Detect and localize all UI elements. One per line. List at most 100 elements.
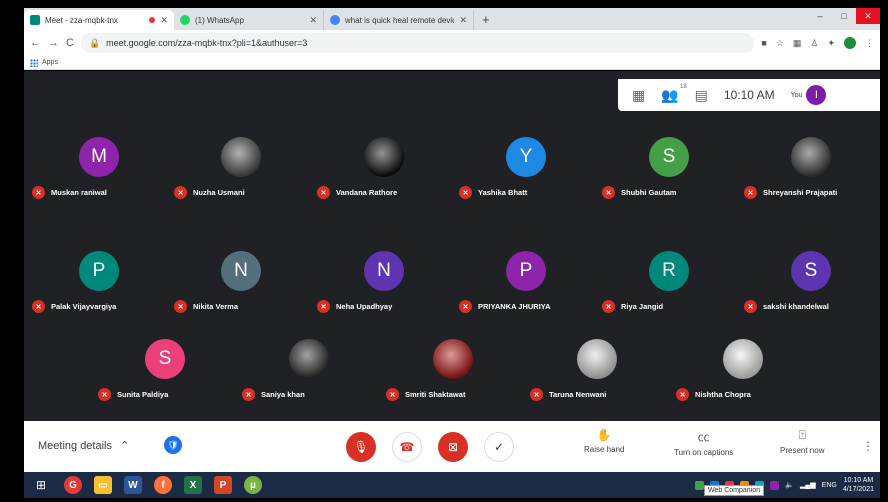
captions-icon: ㏄	[697, 430, 710, 444]
tab-search[interactable]: what is quick heal remote device ✕	[324, 10, 474, 30]
puzzle-icon[interactable]: ✦	[827, 38, 835, 49]
new-tab-button[interactable]: +	[474, 10, 498, 30]
more-options-icon[interactable]: ⋮	[862, 439, 874, 453]
word-icon[interactable]: W	[118, 472, 148, 498]
leave-call-button[interactable]: ☎	[392, 432, 422, 462]
participant-tile[interactable]: ✕ Vandana Rathore	[313, 137, 455, 217]
participant-tile[interactable]: R ✕ Riya Jangid	[598, 251, 740, 331]
reload-button[interactable]: C	[66, 37, 74, 49]
participant-avatar	[433, 339, 473, 379]
taskbar-clock[interactable]: 10:10 AM 4/17/2021	[843, 476, 874, 494]
apps-grid-icon[interactable]	[30, 58, 38, 67]
participant-name-row: ✕ Nishtha Chopra	[676, 388, 751, 401]
captions-label: Turn on captions	[674, 448, 734, 457]
present-now-button[interactable]: ⍐ Present now	[780, 428, 824, 455]
grid-extension-icon[interactable]: ▦	[793, 38, 802, 49]
close-window-button[interactable]: ✕	[856, 8, 880, 24]
powerpoint-icon[interactable]: P	[208, 472, 238, 498]
participant-avatar: P	[79, 251, 119, 291]
excel-icon[interactable]: X	[178, 472, 208, 498]
minimize-button[interactable]: –	[808, 8, 832, 24]
mic-off-icon: 🎙	[353, 440, 369, 454]
bookmark-apps[interactable]: Apps	[42, 59, 58, 66]
participant-name: Riya Jangid	[621, 302, 664, 311]
participant-name: Neha Upadhyay	[336, 302, 393, 311]
participant-tile[interactable]: S ✕ Sunita Paldiya	[94, 339, 236, 419]
camera-off-button[interactable]: ⊠	[438, 432, 468, 462]
tray-app-icon[interactable]	[770, 480, 780, 490]
chat-icon[interactable]: ▤	[695, 87, 708, 104]
tab-close-icon[interactable]: ✕	[309, 15, 317, 26]
participant-tile[interactable]: Y ✕ Yashika Bhatt	[455, 137, 597, 217]
participant-count: 18	[679, 83, 687, 90]
participant-name: Sunita Paldiya	[117, 390, 169, 399]
tab-whatsapp[interactable]: (1) WhatsApp ✕	[174, 10, 324, 30]
participant-tile[interactable]: ✕ Nuzha Usmani	[170, 137, 312, 217]
participant-tile[interactable]: P ✕ Palak Vijayvargiya	[28, 251, 170, 331]
maximize-button[interactable]: □	[832, 8, 856, 24]
participant-tile[interactable]: S ✕ sakshi khandelwal	[740, 251, 882, 331]
participant-tile[interactable]: ✕ Smriti Shaktawat	[382, 339, 524, 419]
people-icon[interactable]: 👥 18	[661, 84, 686, 104]
participant-name: Saniya khan	[261, 390, 305, 399]
participant-name-row: ✕ Riya Jangid	[602, 300, 663, 313]
security-shield-icon[interactable]: 🛡	[164, 436, 182, 454]
mic-muted-icon: ✕	[744, 186, 757, 199]
firefox-icon[interactable]: f	[148, 472, 178, 498]
url-input[interactable]: 🔒 meet.google.com/zza-mqbk-tnx?pli=1&aut…	[80, 33, 755, 53]
participant-avatar: M	[79, 137, 119, 177]
captions-button[interactable]: ㏄ Turn on captions	[674, 428, 733, 457]
participant-name: PRIYANKA JHURIYA	[478, 302, 551, 311]
extension-icon[interactable]: ♙	[810, 38, 818, 49]
mic-muted-icon: ✕	[98, 388, 111, 401]
tab-meet[interactable]: Meet - zza-mqbk-tnx ✕	[24, 10, 174, 30]
language-indicator[interactable]: ENG	[822, 482, 837, 489]
participant-tile[interactable]: M ✕ Muskan raniwal	[28, 137, 170, 217]
participant-tile[interactable]: S ✕ Shubhi Gautam	[598, 137, 740, 217]
meeting-details-button[interactable]: Meeting details ⌃	[38, 439, 129, 453]
windows-start-icon[interactable]: ⊞	[24, 472, 58, 498]
file-explorer-icon[interactable]: ▭	[88, 472, 118, 498]
forward-button[interactable]: →	[48, 37, 59, 49]
companion-check-button[interactable]: ✓	[484, 432, 514, 462]
raise-hand-label: Raise hand	[584, 445, 625, 454]
participant-tile[interactable]: ✕ Taruna Nenwani	[526, 339, 668, 419]
whatsapp-favicon-icon	[180, 15, 190, 25]
participant-tile[interactable]: N ✕ Neha Upadhyay	[313, 251, 455, 331]
participant-name: sakshi khandelwal	[763, 302, 829, 311]
camera-icon[interactable]: ■	[761, 38, 766, 48]
mic-muted-icon: ✕	[386, 388, 399, 401]
window-controls: – □ ✕	[808, 8, 880, 30]
torrent-icon[interactable]: µ	[238, 472, 268, 498]
volume-icon[interactable]: 🔈	[785, 481, 794, 489]
participant-avatar: S	[649, 137, 689, 177]
chrome-taskbar-icon[interactable]: G	[58, 472, 88, 498]
mic-off-button[interactable]: 🎙	[346, 432, 376, 462]
raise-hand-button[interactable]: ✋ Raise hand	[584, 428, 624, 454]
participant-name-row: ✕ Vandana Rathore	[317, 186, 397, 199]
self-view[interactable]: You I	[791, 85, 827, 105]
participant-name: Vandana Rathore	[336, 188, 398, 197]
tab-close-icon[interactable]: ✕	[160, 15, 168, 26]
participant-tile[interactable]: P ✕ PRIYANKA JHURIYA	[455, 251, 597, 331]
participant-tile[interactable]: ✕ Saniya khan	[238, 339, 380, 419]
layout-icon[interactable]: ▦	[632, 87, 645, 104]
network-icon[interactable]: ▂▄▆	[800, 481, 816, 489]
participant-name-row: ✕ Muskan raniwal	[32, 186, 107, 199]
mic-muted-icon: ✕	[744, 300, 757, 313]
tab-title: Meet - zza-mqbk-tnx	[45, 15, 118, 25]
back-button[interactable]: ←	[30, 37, 41, 49]
participant-name-row: ✕ Nuzha Usmani	[174, 186, 245, 199]
star-icon[interactable]: ☆	[776, 38, 784, 49]
profile-avatar[interactable]	[844, 37, 856, 49]
menu-dots-icon[interactable]: ⋮	[865, 38, 874, 49]
participant-tile[interactable]: ✕ Nishtha Chopra	[672, 339, 814, 419]
tab-close-icon[interactable]: ✕	[459, 15, 467, 26]
participant-tile[interactable]: ✕ Shreyanshi Prajapati	[740, 137, 882, 217]
hand-icon: ✋	[596, 428, 612, 442]
participant-name-row: ✕ PRIYANKA JHURIYA	[459, 300, 551, 313]
participant-avatar: P	[506, 251, 546, 291]
participant-name: Shubhi Gautam	[621, 188, 677, 197]
participant-tile[interactable]: N ✕ Nikita Verma	[170, 251, 312, 331]
tray-app-icon[interactable]	[695, 480, 705, 490]
